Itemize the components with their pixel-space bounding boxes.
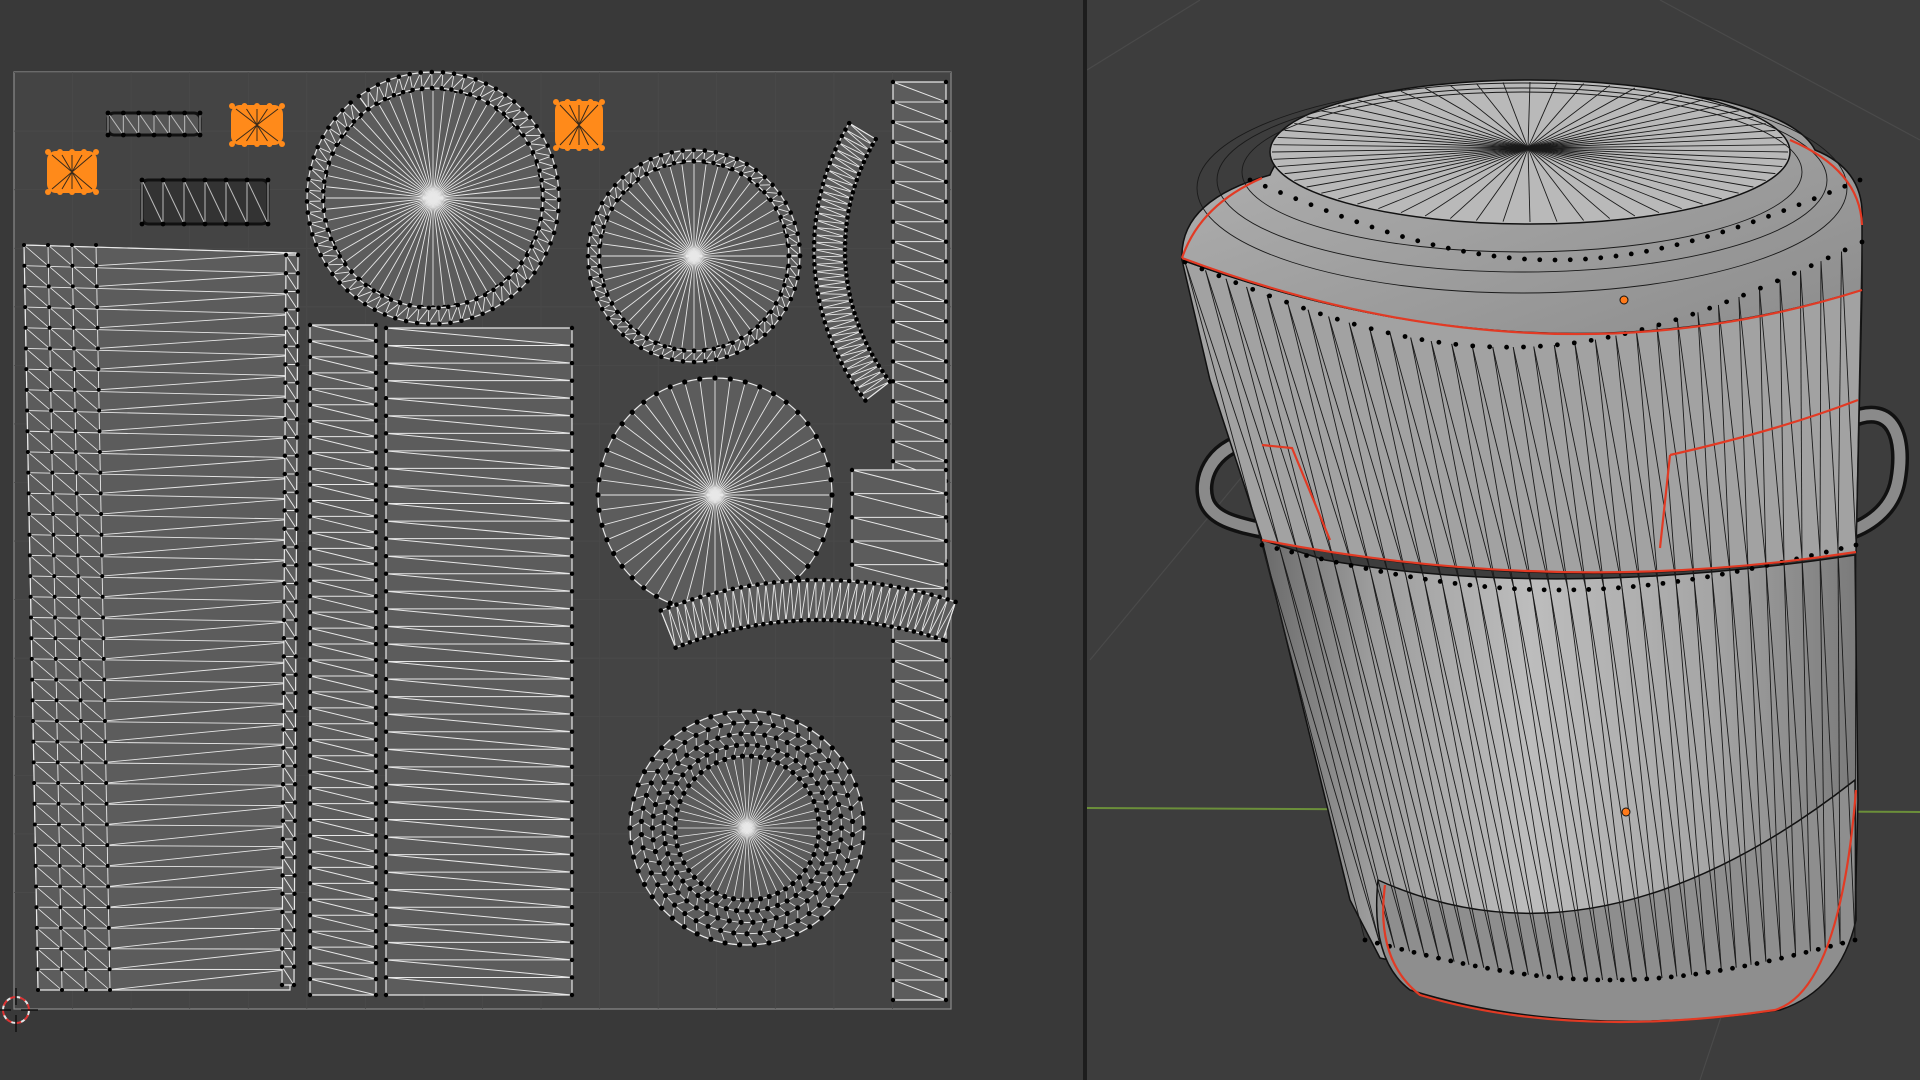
selected-island-1[interactable]	[45, 149, 99, 195]
island-rim-strip-left[interactable]	[22, 243, 297, 992]
uv-islands[interactable]	[22, 69, 958, 1003]
island-body-strip[interactable]	[383, 325, 575, 998]
island-side-strip-a[interactable]	[307, 322, 379, 998]
viewport-canvas[interactable]	[1087, 0, 1920, 1080]
blender-window	[0, 0, 1920, 1080]
3d-viewport[interactable]	[1087, 0, 1920, 1080]
pivot-icon[interactable]	[1621, 807, 1631, 817]
selected-island-3[interactable]	[553, 99, 605, 151]
uv-canvas[interactable]	[0, 0, 1083, 1080]
selected-island-2[interactable]	[229, 103, 285, 147]
origin-icon[interactable]	[1619, 295, 1629, 305]
uv-editor[interactable]	[0, 0, 1083, 1080]
